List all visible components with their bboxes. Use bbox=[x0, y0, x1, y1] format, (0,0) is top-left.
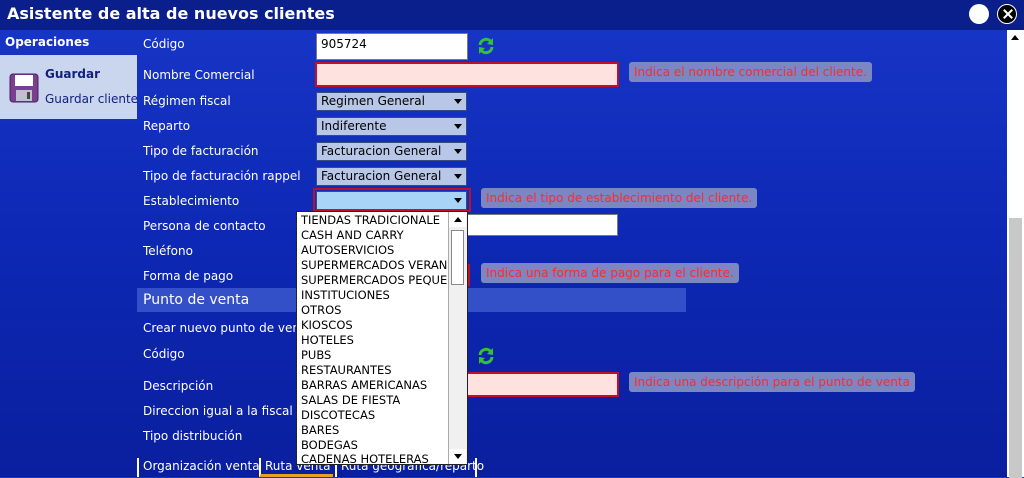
dropdown-option[interactable]: SUPERMERCADOS PEQUE¤ bbox=[301, 273, 455, 287]
codigo-field[interactable]: 905724 bbox=[316, 33, 468, 60]
tipo-facturacion-label: Tipo de facturación bbox=[143, 144, 259, 158]
tipo-facturacion-rappel-label: Tipo de facturación rappel bbox=[143, 169, 301, 183]
dropdown-option[interactable]: HOTELES bbox=[301, 333, 354, 347]
dropdown-option[interactable]: AUTOSERVICIOS bbox=[301, 243, 394, 257]
crear-punto-venta-label: Crear nuevo punto de venta bbox=[143, 321, 313, 335]
scroll-up-icon[interactable] bbox=[1009, 32, 1022, 44]
window-title: Asistente de alta de nuevos clientes bbox=[7, 4, 335, 23]
regimen-fiscal-select[interactable]: Regimen General bbox=[316, 92, 467, 111]
tipo-distribucion-label: Tipo distribución bbox=[143, 429, 243, 443]
establecimiento-dropdown-list[interactable]: TIENDAS TRADICIONALE CASH AND CARRY AUTO… bbox=[296, 211, 468, 465]
nombre-comercial-label: Nombre Comercial bbox=[143, 68, 255, 82]
dropdown-option[interactable]: INSTITUCIONES bbox=[301, 288, 390, 302]
dropdown-option[interactable]: CADENAS HOTELERAS bbox=[301, 452, 429, 464]
dropdown-option[interactable]: SALAS DE FIESTA bbox=[301, 393, 400, 407]
refresh-icon[interactable] bbox=[477, 37, 495, 55]
tipo-facturacion-select[interactable]: Facturacion General bbox=[316, 142, 467, 161]
telefono-label: Teléfono bbox=[143, 244, 193, 258]
codigo-label: Código bbox=[143, 37, 185, 51]
dropdown-option[interactable]: OTROS bbox=[301, 303, 341, 317]
dropdown-option[interactable]: RESTAURANTES bbox=[301, 363, 392, 377]
dropdown-option[interactable]: DISCOTECAS bbox=[301, 408, 375, 422]
chevron-down-icon bbox=[454, 99, 462, 104]
main-scrollbar[interactable] bbox=[1007, 30, 1024, 478]
tab-organizacion-venta[interactable]: Organización venta bbox=[137, 458, 260, 477]
chevron-down-icon bbox=[454, 124, 462, 129]
scroll-thumb[interactable] bbox=[1009, 218, 1022, 478]
nombre-comercial-tooltip: Indica el nombre comercial del cliente. bbox=[629, 62, 872, 82]
dropdown-option[interactable]: BARRAS AMERICANAS bbox=[301, 378, 427, 392]
chevron-down-icon bbox=[454, 174, 462, 179]
save-client-link[interactable]: Guardar cliente bbox=[45, 92, 138, 106]
dropdown-option[interactable]: TIENDAS TRADICIONALE bbox=[301, 213, 440, 227]
forma-pago-tooltip: Indica una forma de pago para el cliente… bbox=[481, 263, 739, 283]
reparto-select[interactable]: Indiferente bbox=[316, 117, 467, 136]
scroll-up-icon[interactable] bbox=[449, 212, 466, 227]
establecimiento-tooltip: Indica el tipo de establecimiento del cl… bbox=[481, 188, 758, 208]
close-button[interactable] bbox=[997, 4, 1017, 24]
establecimiento-label: Establecimiento bbox=[143, 194, 240, 208]
dropdown-option[interactable]: PUBS bbox=[301, 348, 331, 362]
operations-header: Operaciones bbox=[5, 35, 90, 49]
persona-contacto-label: Persona de contacto bbox=[143, 219, 266, 233]
chevron-down-icon bbox=[454, 198, 462, 203]
refresh-icon[interactable] bbox=[477, 347, 495, 365]
tipo-facturacion-value: Facturacion General bbox=[321, 144, 442, 158]
dropdown-option[interactable]: SUPERMERCADOS VERANO bbox=[301, 258, 456, 272]
scroll-thumb[interactable] bbox=[451, 230, 464, 285]
dropdown-option[interactable]: KIOSCOS bbox=[301, 318, 353, 332]
reparto-label: Reparto bbox=[143, 119, 191, 133]
punto-venta-title: Punto de venta bbox=[143, 292, 250, 308]
tipo-facturacion-rappel-value: Facturacion General bbox=[321, 169, 442, 183]
dropdown-option[interactable]: BARES bbox=[301, 423, 339, 437]
minimize-button[interactable] bbox=[969, 4, 989, 24]
pv-codigo-label: Código bbox=[143, 347, 185, 361]
dropdown-option[interactable]: CASH AND CARRY bbox=[301, 228, 404, 242]
tipo-facturacion-rappel-select[interactable]: Facturacion General bbox=[316, 167, 467, 186]
direccion-fiscal-label: Direccion igual a la fiscal bbox=[143, 404, 293, 418]
regimen-fiscal-label: Régimen fiscal bbox=[143, 94, 231, 108]
save-button[interactable]: Guardar bbox=[45, 67, 100, 81]
chevron-down-icon bbox=[454, 149, 462, 154]
regimen-fiscal-value: Regimen General bbox=[321, 94, 425, 108]
pv-descripcion-tooltip: Indica una descripción para el punto de … bbox=[629, 372, 915, 392]
nombre-comercial-field[interactable] bbox=[315, 62, 619, 87]
pv-descripcion-field[interactable] bbox=[466, 372, 619, 397]
persona-contacto-field[interactable] bbox=[466, 214, 618, 236]
establecimiento-select[interactable] bbox=[316, 191, 467, 210]
reparto-value: Indiferente bbox=[321, 119, 387, 133]
pv-descripcion-label: Descripción bbox=[143, 379, 214, 393]
floppy-disk-icon[interactable] bbox=[9, 73, 39, 103]
scroll-down-icon[interactable] bbox=[449, 449, 466, 464]
forma-pago-label: Forma de pago bbox=[143, 269, 234, 283]
dropdown-scrollbar[interactable] bbox=[448, 212, 467, 464]
dropdown-option[interactable]: BODEGAS bbox=[301, 438, 358, 452]
